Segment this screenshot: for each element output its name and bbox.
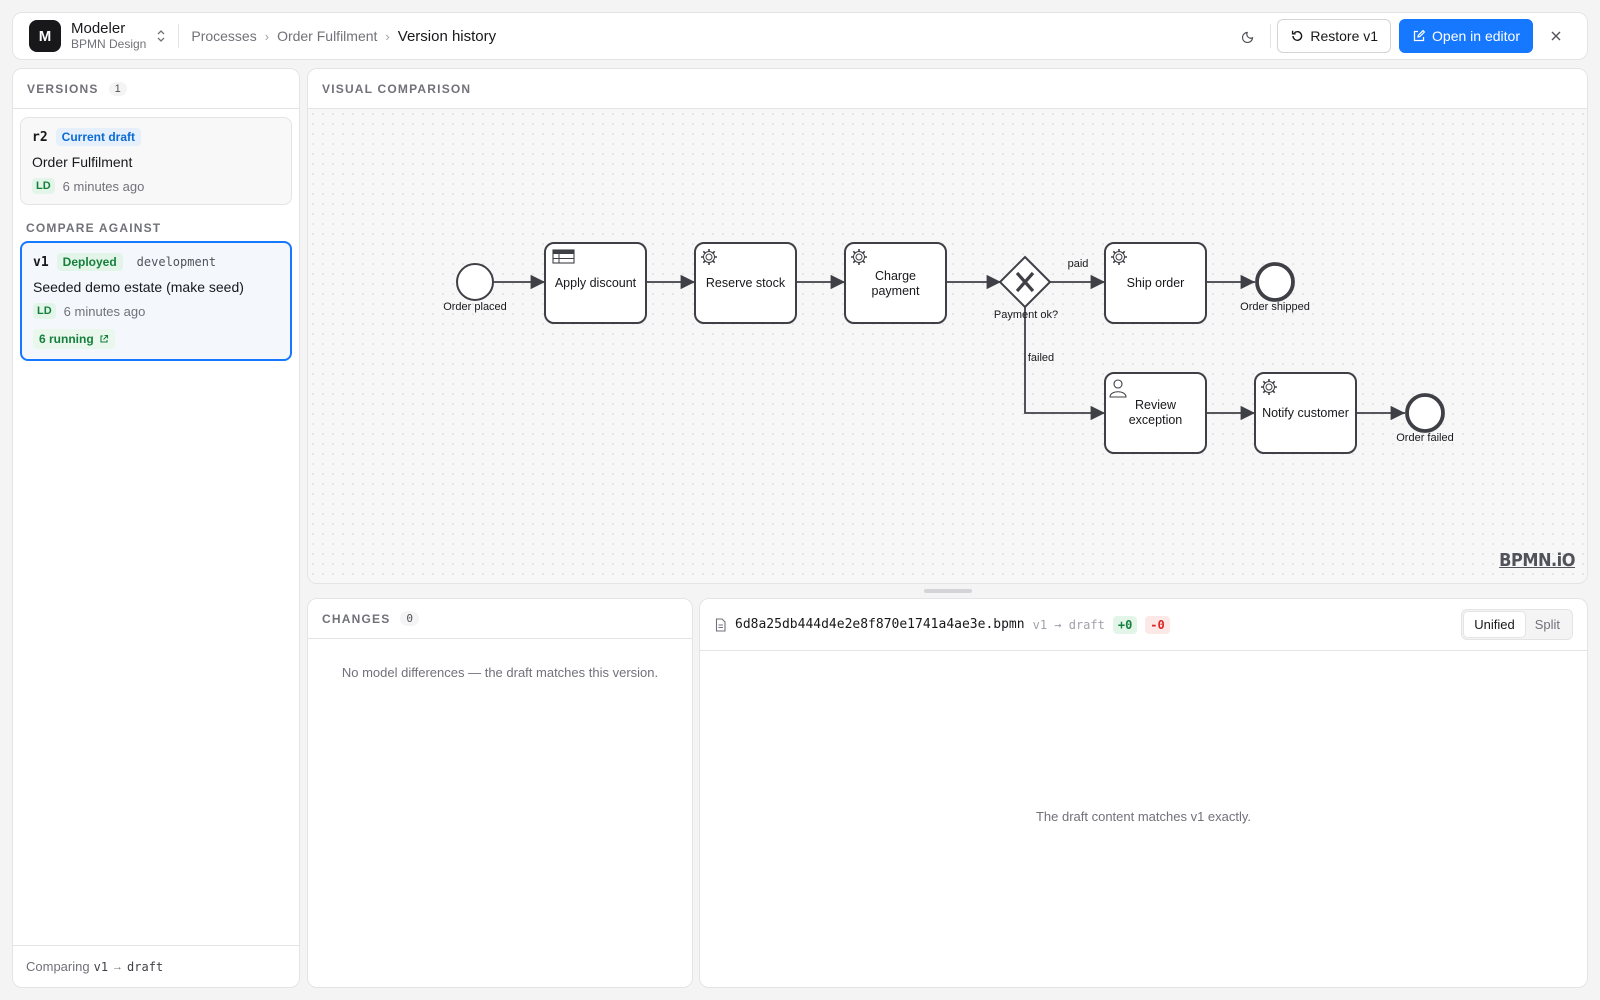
task-label-line1: Charge <box>875 269 916 283</box>
diff-panel: 6d8a25db444d4e2e8f870e1741a4ae3e.bpmn v1… <box>699 598 1588 988</box>
version-id: r2 <box>32 129 48 145</box>
restore-icon <box>1292 30 1303 41</box>
end-event-label: Order failed <box>1396 432 1453 444</box>
changes-count: 0 <box>400 611 420 626</box>
task-label: Ship order <box>1127 276 1185 290</box>
task-label-line1: Review <box>1135 398 1177 412</box>
task-ship-order[interactable]: Ship order <box>1104 242 1207 324</box>
deletions-badge: -0 <box>1145 615 1170 634</box>
changes-header: CHANGES 0 <box>308 599 692 639</box>
bpmn-io-watermark[interactable]: BPMN.iO <box>1499 550 1575 571</box>
deployed-badge: Deployed <box>56 253 123 271</box>
diff-range: v1 → draft <box>1032 617 1105 632</box>
visual-comparison-header: VISUAL COMPARISON <box>308 69 1587 109</box>
version-id: v1 <box>33 254 49 270</box>
restore-button[interactable]: Restore v1 <box>1277 19 1392 53</box>
comparing-footer: Comparing v1 → draft <box>13 945 299 987</box>
version-title: Seeded demo estate (make seed) <box>33 279 244 295</box>
app-subtitle: BPMN Design <box>71 36 147 51</box>
close-button[interactable] <box>1541 21 1571 51</box>
chevron-right-icon: › <box>385 28 390 44</box>
comparing-from: v1 <box>93 959 109 974</box>
author-avatar: LD <box>33 303 56 319</box>
versions-title: VERSIONS <box>27 81 99 96</box>
task-notify-customer[interactable]: Notify customer <box>1254 372 1357 454</box>
diff-empty-message: The draft content matches v1 exactly. <box>1035 809 1252 824</box>
bpmn-diagram[interactable]: paid failed Order placed Apply discount <box>308 109 1588 584</box>
versions-header: VERSIONS 1 <box>13 69 299 109</box>
task-charge-payment[interactable]: Charge payment <box>844 242 947 324</box>
split-view-button[interactable]: Split <box>1525 612 1570 637</box>
breadcrumb-order-fulfilment[interactable]: Order Fulfilment <box>277 28 377 44</box>
divider <box>1270 24 1272 48</box>
visual-comparison-panel: VISUAL COMPARISON paid failed Order plac… <box>307 68 1588 584</box>
visual-comparison-title: VISUAL COMPARISON <box>322 81 472 96</box>
task-label: Notify customer <box>1262 406 1349 420</box>
start-event[interactable]: Order placed <box>443 263 507 313</box>
current-draft-badge: Current draft <box>55 128 141 146</box>
changes-panel: CHANGES 0 No model differences — the dra… <box>307 598 693 988</box>
gateway-label: Payment ok? <box>994 309 1058 321</box>
breadcrumb-processes[interactable]: Processes <box>191 28 256 44</box>
additions-badge: +0 <box>1112 615 1138 634</box>
diff-header: 6d8a25db444d4e2e8f870e1741a4ae3e.bpmn v1… <box>700 599 1587 651</box>
open-in-editor-button[interactable]: Open in editor <box>1399 19 1533 53</box>
running-instances-link[interactable]: 6 running <box>33 329 115 349</box>
divider <box>178 24 180 48</box>
exclusive-gateway[interactable]: Payment ok? <box>994 255 1058 321</box>
task-label-line2: payment <box>872 284 920 298</box>
top-bar: M Modeler BPMN Design Processes › Order … <box>12 12 1588 60</box>
changes-empty-message: No model differences — the draft matches… <box>341 665 659 680</box>
start-event-label: Order placed <box>443 301 507 313</box>
environment-label: development <box>136 255 217 269</box>
flow-label-failed: failed <box>1028 352 1054 364</box>
app-name: Modeler <box>71 20 126 38</box>
diff-view-toggle: Unified Split <box>1461 609 1573 640</box>
bpmn-canvas[interactable]: paid failed Order placed Apply discount <box>308 109 1588 584</box>
task-review-exception[interactable]: Review exception <box>1104 372 1207 454</box>
changes-title: CHANGES <box>322 611 391 626</box>
version-title: Order Fulfilment <box>32 154 133 170</box>
breadcrumb: Processes › Order Fulfilment › Version h… <box>191 28 496 45</box>
task-apply-discount[interactable]: Apply discount <box>544 242 647 324</box>
task-label-line2: exception <box>1129 413 1183 427</box>
end-event-failed[interactable]: Order failed <box>1396 393 1454 444</box>
end-event-shipped[interactable]: Order shipped <box>1240 262 1310 313</box>
version-time: 6 minutes ago <box>63 303 146 319</box>
file-icon <box>715 617 726 632</box>
task-label: Apply discount <box>555 276 637 290</box>
unified-view-button[interactable]: Unified <box>1464 612 1525 637</box>
version-time: 6 minutes ago <box>62 178 145 194</box>
theme-toggle-button[interactable] <box>1234 21 1264 51</box>
task-label: Reserve stock <box>706 276 786 290</box>
open-in-editor-label: Open in editor <box>1432 28 1520 44</box>
moon-icon <box>1242 31 1254 43</box>
close-icon <box>1551 31 1561 41</box>
resize-handle[interactable] <box>924 589 972 593</box>
end-event-label: Order shipped <box>1240 301 1310 313</box>
flow-label-paid: paid <box>1068 258 1089 270</box>
version-card-compare[interactable]: v1 Deployed development Seeded demo esta… <box>20 241 292 361</box>
versions-count: 1 <box>108 81 127 96</box>
chevron-up-down-icon[interactable] <box>156 29 166 43</box>
restore-label: Restore v1 <box>1310 28 1379 44</box>
task-reserve-stock[interactable]: Reserve stock <box>694 242 797 324</box>
app-logo: M <box>29 20 61 52</box>
edit-icon <box>1413 29 1426 42</box>
comparing-to: draft <box>127 959 164 974</box>
versions-panel: VERSIONS 1 r2 Current draft Order Fulfil… <box>12 68 300 988</box>
running-count: 6 running <box>39 332 94 346</box>
diff-filename: 6d8a25db444d4e2e8f870e1741a4ae3e.bpmn <box>735 617 1025 632</box>
external-link-icon <box>100 334 108 343</box>
breadcrumb-current: Version history <box>397 27 497 45</box>
compare-against-label: COMPARE AGAINST <box>26 221 162 235</box>
app-switcher[interactable]: Modeler BPMN Design <box>71 20 146 51</box>
version-card-current[interactable]: r2 Current draft Order Fulfilment LD 6 m… <box>20 117 292 205</box>
comparing-prefix: Comparing <box>26 959 90 974</box>
chevron-right-icon: › <box>264 28 270 44</box>
arrow-icon: → <box>112 960 124 973</box>
author-avatar: LD <box>32 178 55 194</box>
